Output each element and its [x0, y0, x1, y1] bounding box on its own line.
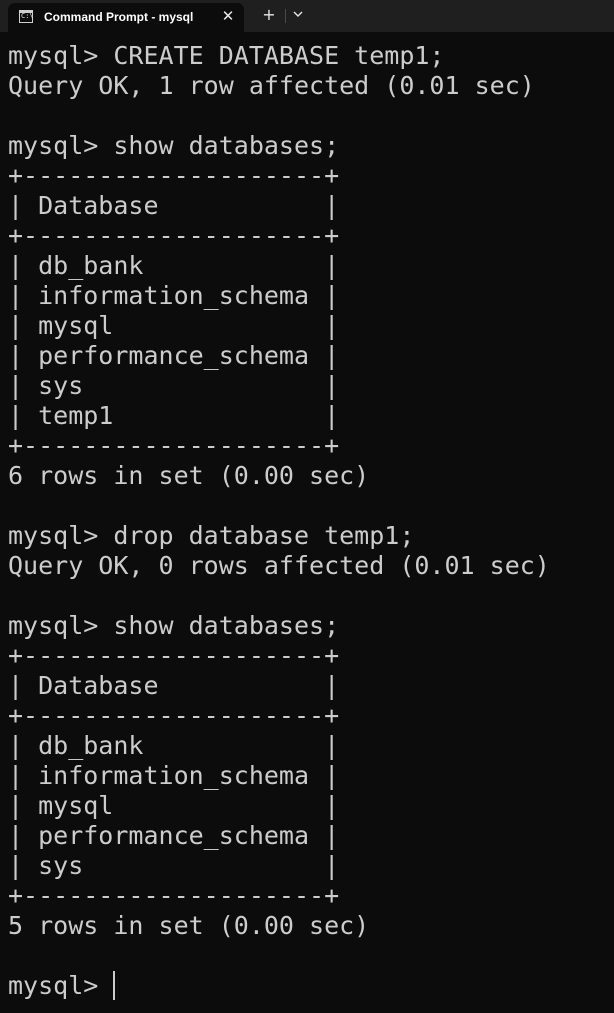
command-prompt-icon: C:\	[19, 10, 34, 23]
terminal-line: +--------------------+	[8, 701, 340, 730]
terminal-line: | performance_schema |	[8, 821, 340, 850]
terminal-prompt-line[interactable]: mysql>	[8, 971, 113, 1001]
chevron-down-icon	[293, 11, 303, 17]
terminal-line: | Database |	[8, 671, 340, 700]
new-tab-button[interactable]: +	[258, 5, 280, 25]
text-cursor	[113, 971, 115, 1000]
terminal-line: 6 rows in set (0.00 sec)	[8, 461, 370, 490]
terminal-line: +--------------------+	[8, 881, 340, 910]
terminal-line: | db_bank |	[8, 731, 340, 760]
tab-strip: C:\ Command Prompt - mysql -u ✕ +	[0, 0, 614, 32]
terminal-line: | information_schema |	[8, 761, 340, 790]
terminal-line: | temp1 |	[8, 401, 340, 430]
tab-dropdown-button[interactable]	[288, 6, 308, 26]
terminal-output[interactable]: mysql> CREATE DATABASE temp1; Query OK, …	[8, 41, 608, 1013]
terminal-line: Query OK, 0 rows affected (0.01 sec)	[8, 551, 550, 580]
tab-title: Command Prompt - mysql -u	[44, 10, 194, 24]
terminal-line: | mysql |	[8, 791, 340, 820]
terminal-line: +--------------------+	[8, 161, 340, 190]
terminal-line: | Database |	[8, 191, 340, 220]
terminal-line: | db_bank |	[8, 251, 340, 280]
terminal-line: | information_schema |	[8, 281, 340, 310]
terminal-line: +--------------------+	[8, 641, 340, 670]
toolbar-divider	[285, 9, 286, 23]
terminal-line: +--------------------+	[8, 221, 340, 250]
terminal-line: 5 rows in set (0.00 sec)	[8, 911, 370, 940]
terminal-line: | mysql |	[8, 311, 340, 340]
terminal-line: +--------------------+	[8, 431, 340, 460]
terminal-line: | sys |	[8, 851, 340, 880]
terminal-line: Query OK, 1 row affected (0.01 sec)	[8, 71, 535, 100]
terminal-line: mysql> drop database temp1;	[8, 521, 415, 550]
terminal-line: | performance_schema |	[8, 341, 340, 370]
terminal-line: mysql> CREATE DATABASE temp1;	[8, 41, 445, 70]
close-icon[interactable]: ✕	[220, 8, 236, 24]
terminal-line: mysql> show databases;	[8, 611, 340, 640]
terminal-line: mysql> show databases;	[8, 131, 340, 160]
terminal-line: | sys |	[8, 371, 340, 400]
tab-command-prompt[interactable]: C:\ Command Prompt - mysql -u ✕	[8, 3, 244, 32]
terminal-window: C:\ Command Prompt - mysql -u ✕ + mysql>…	[0, 0, 614, 1013]
